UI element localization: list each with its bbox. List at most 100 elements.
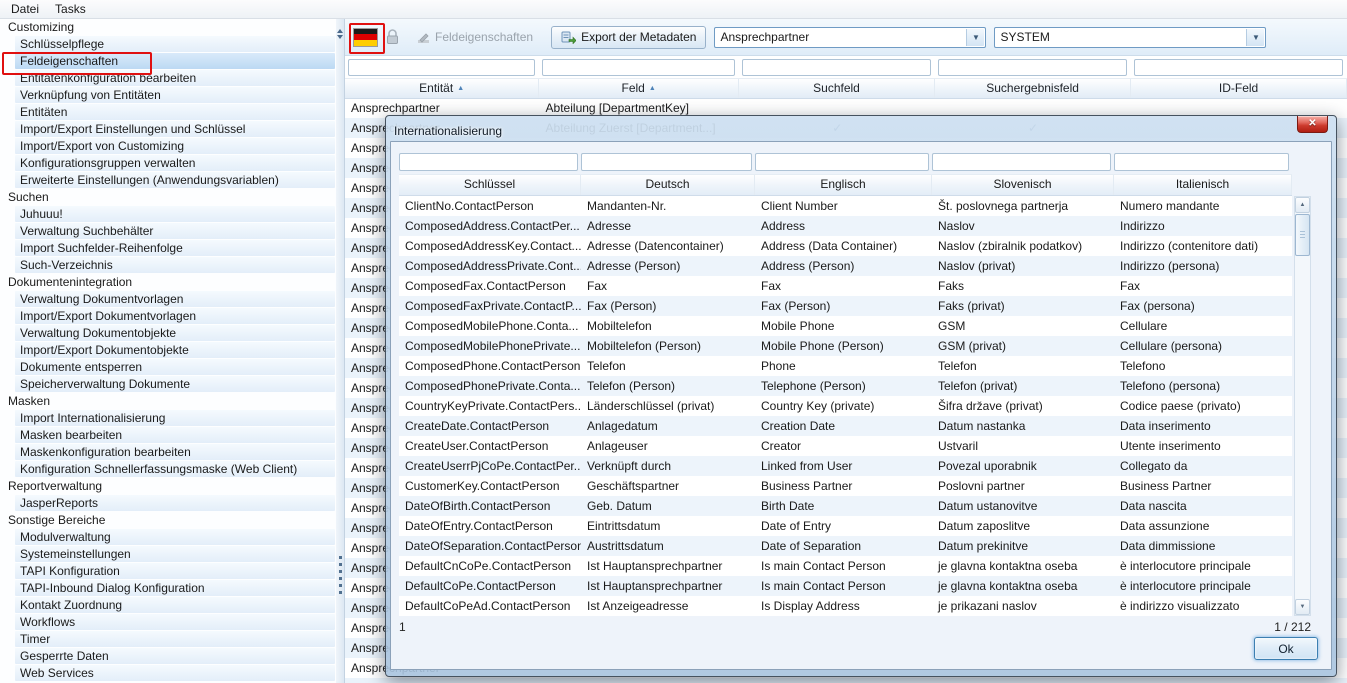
export-metadaten-button[interactable]: Export der Metadaten [551,26,706,49]
dialog-filter-schluessel-input[interactable] [399,153,578,171]
dialog-table-row[interactable]: DefaultCnCoPe.ContactPersonIst Hauptansp… [399,556,1292,576]
dialog-filter-slovenisch-input[interactable] [932,153,1111,171]
column-header-suchfeld[interactable]: Suchfeld [739,79,935,98]
column-header-entitaet[interactable]: Entität▲ [345,79,539,98]
dialog-column-englisch[interactable]: Englisch [755,175,932,195]
dialog-filter-deutsch-input[interactable] [581,153,752,171]
chevron-down-icon[interactable]: ▼ [1246,29,1264,46]
sidebar-item-kontakt-zuordnung[interactable]: Kontakt Zuordnung [15,597,335,613]
dialog-table-row[interactable]: CreateUserrPjCoPe.ContactPer...Verknüpft… [399,456,1292,476]
dialog-table-row[interactable]: CreateUser.ContactPersonAnlageuserCreato… [399,436,1292,456]
entity-combobox[interactable]: Ansprechpartner ▼ [714,27,986,48]
sidebar-item-import-export-dokumentvorlagen[interactable]: Import/Export Dokumentvorlagen [15,308,335,324]
dialog-filter-englisch-input[interactable] [755,153,929,171]
dialog-table-row[interactable]: DateOfBirth.ContactPersonGeb. DatumBirth… [399,496,1292,516]
dialog-table-row[interactable]: ComposedMobilePhone.Conta...Mobiltelefon… [399,316,1292,336]
scroll-down-icon[interactable]: ▼ [1295,599,1310,615]
sidebar-item-workflows[interactable]: Workflows [15,614,335,630]
sidebar-item-import-internationalisierung[interactable]: Import Internationalisierung [15,410,335,426]
sidebar-item-verwaltung-suchbehälter[interactable]: Verwaltung Suchbehälter [15,223,335,239]
dialog-table-row[interactable]: ComposedFaxPrivate.ContactP...Fax (Perso… [399,296,1292,316]
dialog-table-row[interactable]: CreateDate.ContactPersonAnlagedatumCreat… [399,416,1292,436]
dialog-table-row[interactable]: ComposedAddressKey.Contact...Adresse (Da… [399,236,1292,256]
sidebar-item-import-export-von-customizing[interactable]: Import/Export von Customizing [15,138,335,154]
lock-icon[interactable] [386,29,399,45]
sidebar-item-modulverwaltung[interactable]: Modulverwaltung [15,529,335,545]
dialog-table-row[interactable]: ClientNo.ContactPersonMandanten-Nr.Clien… [399,196,1292,216]
sidebar-group-suchen[interactable]: Suchen [0,189,336,206]
sidebar-item-web-services[interactable]: Web Services [15,665,335,681]
dialog-column-italienisch[interactable]: Italienisch [1114,175,1292,195]
dialog-table-row[interactable]: ComposedFax.ContactPersonFaxFaxFaksFax [399,276,1292,296]
sidebar-item-juhuuu[interactable]: Juhuuu! [15,206,335,222]
close-button[interactable]: ✕ [1297,116,1328,133]
filter-idfeld-input[interactable] [1134,59,1343,76]
sidebar-item-speicherverwaltung-dokumente[interactable]: Speicherverwaltung Dokumente [15,376,335,392]
column-header-feld[interactable]: Feld▲ [539,79,739,98]
sidebar-item-gesperrte-daten[interactable]: Gesperrte Daten [15,648,335,664]
system-combobox[interactable]: SYSTEM ▼ [994,27,1266,48]
german-flag-button[interactable] [353,28,378,47]
dialog-filter-italienisch-input[interactable] [1114,153,1289,171]
scrollbar-thumb[interactable] [1295,214,1310,256]
menu-tasks[interactable]: Tasks [48,1,93,18]
sidebar-item-dokumente-entsperren[interactable]: Dokumente entsperren [15,359,335,375]
sidebar-splitter[interactable] [336,19,345,683]
sidebar-item-entitäten[interactable]: Entitäten [15,104,335,120]
sidebar-item-tapi-inbound-dialog-konfiguration[interactable]: TAPI-Inbound Dialog Konfiguration [15,580,335,596]
collapse-chevrons-icon[interactable] [337,24,343,44]
dialog-titlebar[interactable]: Internationalisierung [390,120,1332,141]
sidebar-group-sonstige-bereiche[interactable]: Sonstige Bereiche [0,512,336,529]
sidebar-item-verwaltung-dokumentobjekte[interactable]: Verwaltung Dokumentobjekte [15,325,335,341]
ok-button[interactable]: Ok [1254,637,1318,660]
filter-feld-input[interactable] [542,59,735,76]
sidebar-item-tapi-konfiguration[interactable]: TAPI Konfiguration [15,563,335,579]
column-header-idfeld[interactable]: ID-Feld [1131,79,1347,98]
sidebar-group-masken[interactable]: Masken [0,393,336,410]
sidebar-item-schlüsselpflege[interactable]: Schlüsselpflege [15,36,335,52]
dialog-table-row[interactable]: ComposedMobilePhonePrivate...Mobiltelefo… [399,336,1292,356]
dialog-column-slovenisch[interactable]: Slovenisch [932,175,1114,195]
sidebar-group-reportverwaltung[interactable]: Reportverwaltung [0,478,336,495]
dialog-table-row[interactable]: ComposedPhone.ContactPersonTelefonPhoneT… [399,356,1292,376]
sidebar-group-dokumentenintegration[interactable]: Dokumentenintegration [0,274,336,291]
filter-suchergebnisfeld-input[interactable] [938,59,1127,76]
sidebar-item-maskenkonfiguration-bearbeiten[interactable]: Maskenkonfiguration bearbeiten [15,444,335,460]
sidebar-item-feldeigenschaften[interactable]: Feldeigenschaften [15,53,335,69]
sidebar-item-systemeinstellungen[interactable]: Systemeinstellungen [15,546,335,562]
sidebar-group-customizing[interactable]: Customizing [0,19,336,36]
dialog-table-row[interactable]: ComposedPhonePrivate.Conta...Telefon (Pe… [399,376,1292,396]
dialog-table-row[interactable]: DateOfEntry.ContactPersonEintrittsdatumD… [399,516,1292,536]
sidebar-item-jasperreports[interactable]: JasperReports [15,495,335,511]
dialog-table-row[interactable]: DateOfSeparation.ContactPersonAustrittsd… [399,536,1292,556]
sidebar-item-timer[interactable]: Timer [15,631,335,647]
sidebar-item-import-export-dokumentobjekte[interactable]: Import/Export Dokumentobjekte [15,342,335,358]
dialog-table-row[interactable]: ComposedAddress.ContactPer...AdresseAddr… [399,216,1292,236]
filter-entitaet-input[interactable] [348,59,535,76]
table-row[interactable]: Ansprechpartner [345,678,1347,683]
scrollbar-track[interactable] [1295,257,1310,599]
dialog-scrollbar[interactable]: ▲ ▼ [1294,196,1311,616]
dialog-table-row[interactable]: ComposedAddressPrivate.Cont...Adresse (P… [399,256,1292,276]
sidebar-item-such-verzeichnis[interactable]: Such-Verzeichnis [15,257,335,273]
sidebar-item-konfigurationsgruppen-verwalten[interactable]: Konfigurationsgruppen verwalten [15,155,335,171]
column-header-suchergebnisfeld[interactable]: Suchergebnisfeld [935,79,1131,98]
scroll-up-icon[interactable]: ▲ [1295,197,1310,213]
sidebar-item-erweiterte-einstellungen-anwendungsvariablen[interactable]: Erweiterte Einstellungen (Anwendungsvari… [15,172,335,188]
sidebar-item-verknüpfung-von-entitäten[interactable]: Verknüpfung von Entitäten [15,87,335,103]
sidebar-item-import-suchfelder-reihenfolge[interactable]: Import Suchfelder-Reihenfolge [15,240,335,256]
sidebar-item-masken-bearbeiten[interactable]: Masken bearbeiten [15,427,335,443]
dialog-column-schluessel[interactable]: Schlüssel [399,175,581,195]
dialog-table-row[interactable]: DefaultCoPe.ContactPersonIst Hauptanspre… [399,576,1292,596]
dialog-column-deutsch[interactable]: Deutsch [581,175,755,195]
sidebar-item-konfiguration-schnellerfassungsmaske-web-client[interactable]: Konfiguration Schnellerfassungsmaske (We… [15,461,335,477]
chevron-down-icon[interactable]: ▼ [966,29,984,46]
dialog-table-row[interactable]: CustomerKey.ContactPersonGeschäftspartne… [399,476,1292,496]
sidebar-item-entitätenkonfiguration-bearbeiten[interactable]: Entitätenkonfiguration bearbeiten [15,70,335,86]
feldeigenschaften-button[interactable]: Feldeigenschaften [407,26,543,49]
dialog-table-row[interactable]: CountryKeyPrivate.ContactPers...Ländersc… [399,396,1292,416]
dialog-table-row[interactable]: DefaultCoPeAd.ContactPersonIst Anzeigead… [399,596,1292,616]
splitter-grip-icon[interactable] [339,556,342,598]
menu-datei[interactable]: Datei [4,1,46,18]
filter-suchfeld-input[interactable] [742,59,931,76]
